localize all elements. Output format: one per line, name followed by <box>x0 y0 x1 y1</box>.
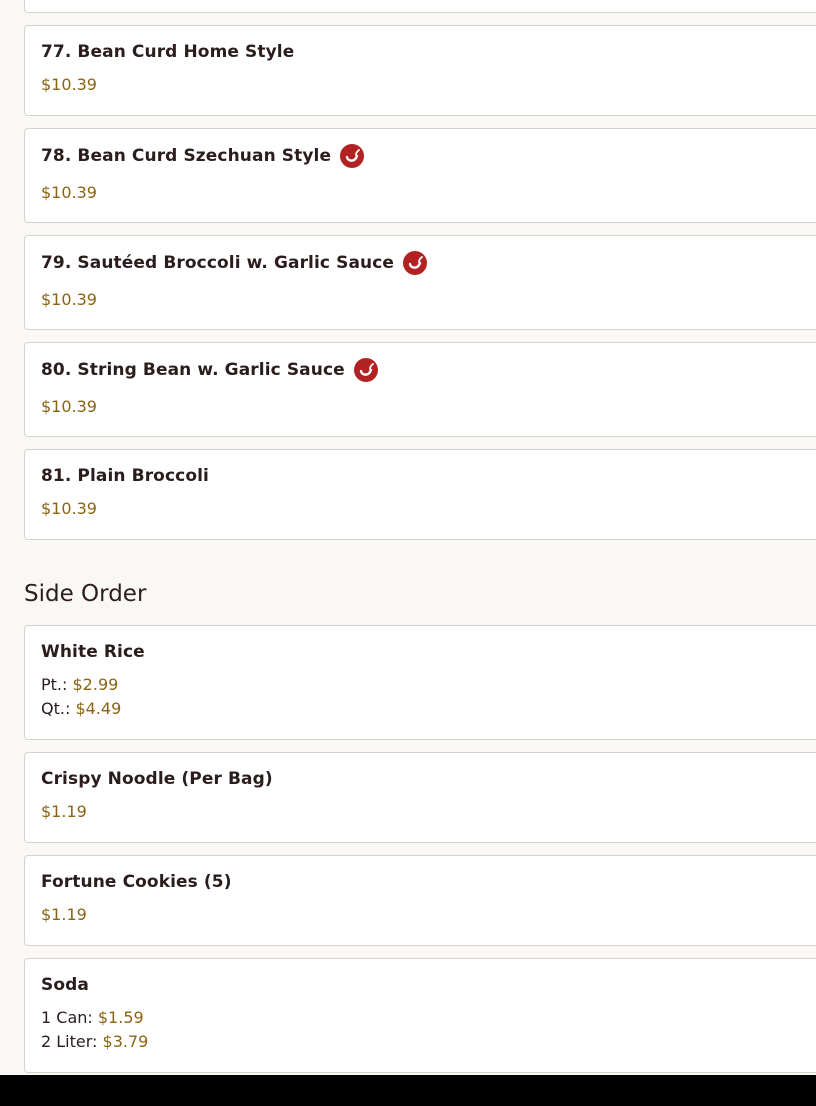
menu-item-title: 80. String Bean w. Garlic Sauce <box>41 357 816 383</box>
menu-item-price: $1.19 <box>41 802 87 821</box>
menu-item-card[interactable]: Soda 1 Can: $1.59 2 Liter: $3.79 <box>24 958 816 1073</box>
menu-item-price-option: Qt.: $4.49 <box>41 697 816 721</box>
menu-item-name: Fortune Cookies (5) <box>41 872 232 892</box>
price-size-label: Qt.: <box>41 699 71 718</box>
menu-item-price: $10.39 <box>41 397 97 416</box>
chili-pepper-icon <box>340 144 365 168</box>
menu-item-title: Soda <box>41 972 816 998</box>
menu-item-card[interactable]: 77. Bean Curd Home Style $10.39 <box>24 25 816 116</box>
menu-item-price-option: 2 Liter: $3.79 <box>41 1030 816 1054</box>
price-size-label: Pt.: <box>41 675 68 694</box>
menu-item-title: 78. Bean Curd Szechuan Style <box>41 143 816 169</box>
menu-item-name: White Rice <box>41 642 145 662</box>
menu-item-price: $10.39 <box>41 75 97 94</box>
price-value: $3.79 <box>102 1032 149 1051</box>
menu-item-price: $10.39 <box>41 183 97 202</box>
menu-item-name: Soda <box>41 975 89 995</box>
chili-pepper-icon <box>353 358 378 382</box>
bottom-black-bar <box>0 1075 816 1106</box>
menu-item-price: $10.39 <box>41 290 97 309</box>
price-size-label: 1 Can: <box>41 1008 93 1027</box>
menu-item-name: 81. Plain Broccoli <box>41 466 209 486</box>
price-value: $2.99 <box>72 675 119 694</box>
menu-item-price-option: Pt.: $2.99 <box>41 673 816 697</box>
menu-item-card-partial[interactable] <box>24 0 816 13</box>
menu-item-title: White Rice <box>41 639 816 665</box>
price-size-label: 2 Liter: <box>41 1032 98 1051</box>
menu-item-card[interactable]: 80. String Bean w. Garlic Sauce $10.39 <box>24 342 816 437</box>
menu-item-card[interactable]: 79. Sautéed Broccoli w. Garlic Sauce $10… <box>24 235 816 330</box>
menu-item-card[interactable]: Crispy Noodle (Per Bag) $1.19 <box>24 752 816 843</box>
menu-item-price: $10.39 <box>41 499 97 518</box>
menu-item-card[interactable]: 78. Bean Curd Szechuan Style $10.39 <box>24 128 816 223</box>
price-value: $4.49 <box>75 699 122 718</box>
menu-item-card[interactable]: White Rice Pt.: $2.99 Qt.: $4.49 <box>24 625 816 740</box>
price-value: $1.59 <box>97 1008 144 1027</box>
menu-item-card[interactable]: Fortune Cookies (5) $1.19 <box>24 855 816 946</box>
menu-item-card[interactable]: 81. Plain Broccoli $10.39 <box>24 449 816 540</box>
menu-item-name: 78. Bean Curd Szechuan Style <box>41 146 332 166</box>
menu-page: 77. Bean Curd Home Style $10.39 78. Bean… <box>0 0 816 1075</box>
menu-item-price: $1.19 <box>41 905 87 924</box>
menu-item-name: 77. Bean Curd Home Style <box>41 42 295 62</box>
menu-item-title: 77. Bean Curd Home Style <box>41 39 816 65</box>
menu-item-price-option: 1 Can: $1.59 <box>41 1006 816 1030</box>
menu-item-name: 80. String Bean w. Garlic Sauce <box>41 360 345 380</box>
menu-item-title: Crispy Noodle (Per Bag) <box>41 766 816 792</box>
menu-item-name: Crispy Noodle (Per Bag) <box>41 769 273 789</box>
menu-item-name: 79. Sautéed Broccoli w. Garlic Sauce <box>41 253 395 273</box>
menu-item-title: 81. Plain Broccoli <box>41 463 816 489</box>
menu-item-title: Fortune Cookies (5) <box>41 869 816 895</box>
section-heading-side-order: Side Order <box>24 581 147 607</box>
chili-pepper-icon <box>403 251 428 275</box>
menu-item-title: 79. Sautéed Broccoli w. Garlic Sauce <box>41 250 816 276</box>
